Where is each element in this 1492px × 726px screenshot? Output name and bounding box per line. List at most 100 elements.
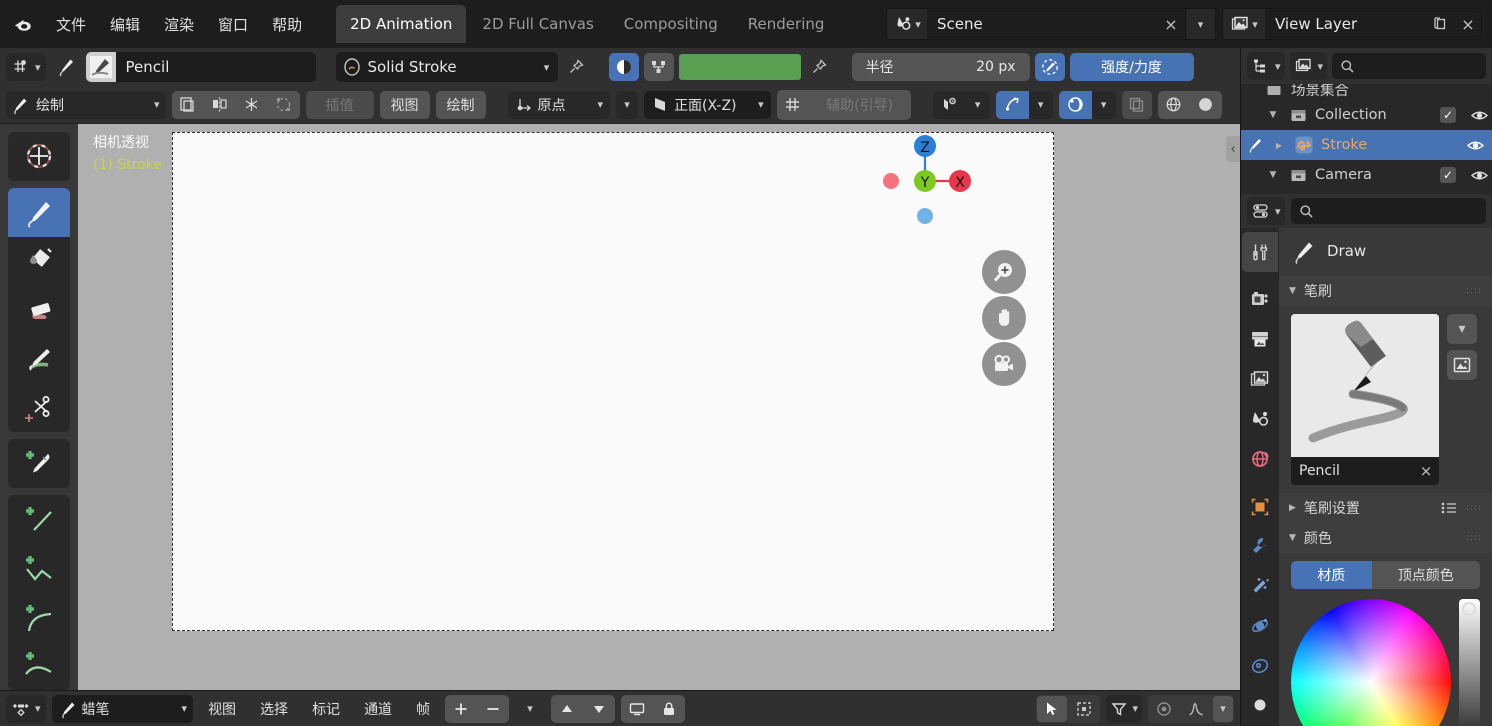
brush-name-value[interactable]: Pencil [116, 52, 316, 82]
interpolate-menu[interactable]: 插值 [306, 91, 374, 119]
proportional-edit-button[interactable] [1149, 696, 1179, 722]
move-up-button[interactable] [552, 696, 582, 722]
brush-settings-triangle[interactable]: ▶ [1289, 503, 1296, 513]
brush-browse-button[interactable]: ▾ [1447, 314, 1477, 344]
outliner-display-mode[interactable]: ▾ [1247, 52, 1285, 80]
tab-data[interactable] [1242, 686, 1278, 726]
properties-editor-type[interactable]: ▾ [1247, 197, 1285, 225]
tab-tool[interactable] [1242, 232, 1278, 272]
pressure-icon[interactable] [1035, 53, 1065, 81]
color-swap-icon[interactable] [644, 53, 674, 81]
tool-fill[interactable] [8, 237, 70, 286]
brush-new-button[interactable] [1447, 350, 1477, 380]
tab-constraints[interactable] [1242, 646, 1278, 686]
scene-icon[interactable]: ▾ [887, 9, 927, 39]
tab-physics[interactable] [1242, 606, 1278, 646]
collection-expand-triangle[interactable]: ▼ [1265, 110, 1281, 120]
tab-render[interactable] [1242, 280, 1278, 320]
dopesheet-menu-channel[interactable]: 通道 [355, 694, 401, 724]
remove-keyframe-button[interactable] [478, 696, 508, 722]
material-pin-icon[interactable] [563, 53, 589, 81]
only-show-selected-button[interactable] [622, 696, 652, 722]
scene-browse-button[interactable]: ▾ [1185, 9, 1215, 39]
zoom-button[interactable] [982, 250, 1026, 294]
tab-modifiers[interactable] [1242, 527, 1278, 567]
tool-line[interactable] [8, 495, 70, 544]
pivot-selector[interactable]: 原点 ▾ [508, 91, 611, 119]
tab-view-layer[interactable] [1242, 359, 1278, 399]
dopesheet-menu-select[interactable]: 选择 [251, 694, 297, 724]
move-down-button[interactable] [584, 696, 614, 722]
draw-menu[interactable]: 绘制 [436, 91, 486, 119]
scene-clear-button[interactable]: × [1157, 9, 1185, 39]
keyframe-dropdown-button[interactable]: ▾ [515, 695, 545, 723]
tab-2d-full-canvas[interactable]: 2D Full Canvas [468, 5, 607, 43]
scene-name-value[interactable]: Scene [927, 9, 1157, 39]
menu-help[interactable]: 帮助 [260, 8, 314, 41]
outliner-filter-display[interactable]: ▾ [1290, 52, 1328, 80]
tab-object[interactable] [1242, 487, 1278, 527]
view-layer-selector[interactable]: ▾ View Layer × [1222, 8, 1482, 40]
camera-checkbox[interactable]: ✓ [1440, 167, 1456, 183]
tab-material[interactable]: 材质 [1291, 561, 1372, 589]
multiframe-icon[interactable] [173, 92, 203, 118]
interpolate-snowflake-icon[interactable] [237, 92, 267, 118]
value-slider[interactable] [1459, 599, 1480, 726]
collection-checkbox[interactable]: ✓ [1440, 107, 1456, 123]
drawing-plane-selector[interactable]: 正面(X-Z) ▾ [644, 91, 771, 119]
menu-file[interactable]: 文件 [44, 8, 98, 41]
pan-button[interactable] [982, 296, 1026, 340]
brush-name-row[interactable]: Pencil × [1291, 457, 1439, 485]
camera-expand-triangle[interactable]: ▼ [1265, 170, 1281, 180]
tab-scene[interactable] [1242, 399, 1278, 439]
brush-panel-header[interactable]: ▼ 笔刷 :::: [1279, 276, 1492, 306]
tool-cutter[interactable] [8, 383, 70, 432]
strength-field[interactable]: 强度/力度 [1070, 53, 1194, 81]
shading-wireframe-icon[interactable] [1159, 92, 1189, 118]
onion-dotted-icon[interactable] [269, 92, 299, 118]
outliner-row-stroke[interactable]: ▶ Stroke [1241, 130, 1492, 160]
overlay-toggle[interactable]: ▾ [1059, 91, 1116, 119]
camera-view-button[interactable] [982, 342, 1026, 386]
scene-selector[interactable]: ▾ Scene × ▾ [886, 8, 1216, 40]
material-name-value[interactable]: Solid Stroke [368, 58, 536, 76]
stroke-expand-triangle[interactable]: ▶ [1271, 141, 1287, 150]
color-panel-triangle[interactable]: ▼ [1289, 533, 1296, 543]
brush-datablock-name[interactable]: Pencil [1291, 463, 1413, 479]
select-tool-button[interactable] [1037, 696, 1067, 722]
outliner-tree[interactable]: 场景集合 ▼ Collection ✓ [1241, 84, 1492, 194]
visibility-overlay-chevron-down-icon[interactable]: ▾ [966, 91, 990, 119]
collection-eye-icon[interactable] [1466, 106, 1492, 125]
blender-logo-icon[interactable] [6, 7, 40, 41]
tab-vertex-color[interactable]: 顶点颜色 [1372, 561, 1481, 589]
color-wheel[interactable] [1291, 599, 1451, 726]
mirror-icon[interactable] [205, 92, 235, 118]
tab-rendering[interactable]: Rendering [734, 5, 839, 43]
view-layer-clear-button[interactable]: × [1455, 9, 1481, 39]
sidebar-toggle[interactable]: ‹ [1226, 136, 1240, 162]
pencil-icon[interactable] [51, 53, 81, 81]
navigation-gizmo[interactable]: Z X Y [875, 129, 985, 239]
xray-icon[interactable] [1122, 91, 1152, 119]
outliner-row-scene-collection[interactable]: 场景集合 [1241, 84, 1492, 100]
tab-compositing[interactable]: Compositing [610, 5, 732, 43]
brush-clear-button[interactable]: × [1413, 462, 1439, 480]
tool-polyline[interactable] [8, 543, 70, 592]
dopesheet-menu-view[interactable]: 视图 [199, 694, 245, 724]
radius-field[interactable]: 半径 20 px [852, 53, 1030, 81]
tab-world[interactable] [1242, 439, 1278, 479]
mode-selector[interactable]: 绘制 ▾ [6, 91, 166, 119]
color-mode-icon[interactable] [609, 53, 639, 81]
box-select-button[interactable] [1069, 696, 1099, 722]
brush-selector[interactable]: Pencil [86, 52, 316, 82]
brush-settings-panel-header[interactable]: ▶ 笔刷设置 :::: [1279, 493, 1492, 523]
copy-icon[interactable] [1425, 9, 1455, 39]
guide-grid-icon[interactable] [778, 92, 808, 118]
shading-solid-icon[interactable] [1191, 92, 1221, 118]
tool-cursor[interactable] [8, 132, 70, 181]
menu-window[interactable]: 窗口 [206, 8, 260, 41]
dopesheet-menu-key[interactable]: 帧 [407, 694, 439, 724]
lock-button[interactable] [654, 696, 684, 722]
stroke-placement-toggle[interactable]: ▾ [996, 91, 1053, 119]
properties-search-input[interactable] [1291, 198, 1486, 224]
